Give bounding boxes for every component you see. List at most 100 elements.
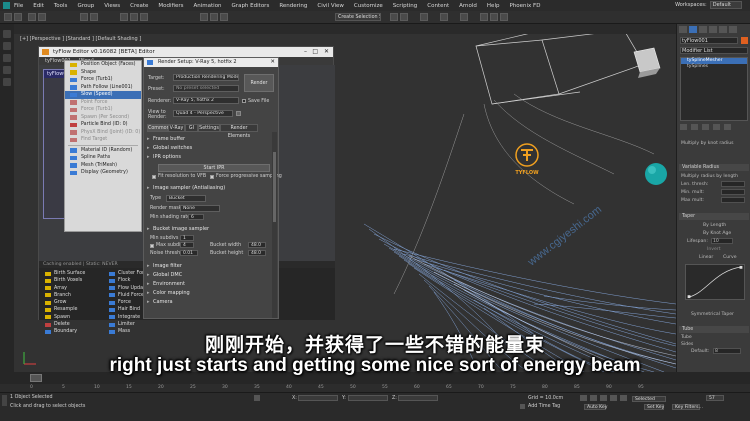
section-global-dmc[interactable]: Global DMC [147, 272, 273, 279]
percent-snap-icon[interactable] [220, 13, 228, 21]
context-menu-item[interactable]: PhysX Bind (Joint) (ID: 0) [65, 129, 141, 137]
target-dropdown[interactable]: Production Rendering Mode [173, 74, 239, 81]
type-dropdown[interactable]: Bucket [166, 195, 206, 202]
snap-icon[interactable] [200, 13, 208, 21]
operator-item[interactable]: Delete [43, 321, 105, 328]
preset-dropdown[interactable]: No preset selected [173, 85, 239, 92]
menu-rendering[interactable]: Rendering [279, 3, 307, 9]
create-tab-icon[interactable] [679, 26, 687, 33]
close-icon[interactable]: ✕ [324, 47, 329, 57]
tab-gi[interactable]: GI [185, 124, 198, 132]
stack-item-ty-splines[interactable]: tySplines [681, 64, 747, 70]
multiply-by-length-label[interactable]: Multiply radius by length [681, 174, 738, 179]
renderer-dropdown[interactable]: V-Ray 5, hotfix 2 [173, 97, 239, 104]
menu-views[interactable]: Views [104, 3, 120, 9]
section-global-switches[interactable]: Global switches [147, 145, 273, 152]
noise-threshold-field[interactable]: 0.01 [180, 250, 198, 256]
angle-snap-icon[interactable] [210, 13, 218, 21]
maximize-icon[interactable]: □ [312, 47, 318, 57]
z-coord-field[interactable] [398, 395, 438, 401]
app-icon[interactable] [3, 2, 10, 9]
render-mask-dropdown[interactable]: None [180, 205, 220, 212]
display-icon[interactable] [3, 66, 11, 74]
add-time-tag[interactable]: Add Time Tag [528, 404, 560, 409]
context-menu-item[interactable]: Point Force [65, 99, 141, 107]
undo-icon[interactable] [4, 13, 12, 21]
utilities-tab-icon[interactable] [729, 26, 737, 33]
go-to-start-icon[interactable] [580, 395, 587, 401]
make-unique-icon[interactable] [702, 124, 709, 130]
menu-tools[interactable]: Tools [54, 3, 68, 9]
unlink-icon[interactable] [38, 13, 46, 21]
render-scroll-thumb[interactable] [273, 152, 276, 222]
render-frame-icon[interactable] [490, 13, 498, 21]
previous-frame-icon[interactable] [590, 395, 597, 401]
current-frame-field[interactable]: 57 [706, 395, 724, 401]
context-menu-item[interactable]: Shape [65, 69, 141, 77]
context-menu-item[interactable]: Position Object (Faces) [65, 61, 141, 69]
layer-icon[interactable] [420, 13, 428, 21]
filter-icon[interactable] [3, 54, 11, 62]
render-button[interactable]: Render [244, 74, 274, 92]
context-menu-item[interactable]: Mesh (TriMesh) [65, 162, 141, 170]
selected-dropdown[interactable]: Selected [632, 396, 666, 402]
multiply-by-knot-label[interactable]: Multiply by knot radius [681, 141, 734, 146]
selection-set-dropdown[interactable]: Create Selection Se [335, 13, 381, 21]
render-scrollbar[interactable] [272, 132, 277, 318]
select-icon[interactable] [80, 13, 88, 21]
section-environment[interactable]: Environment [147, 281, 273, 288]
by-knot-age-radio[interactable]: By Knot Age [703, 231, 731, 236]
menu-edit[interactable]: Edit [33, 3, 44, 9]
start-ipr-button[interactable]: Start IPR [158, 164, 270, 172]
variable-radius-rollout[interactable]: Variable Radius [679, 164, 749, 171]
render-setup-icon[interactable] [480, 13, 488, 21]
menu-animation[interactable]: Animation [194, 3, 222, 9]
context-menu-item[interactable]: Force (Turb1) [65, 106, 141, 114]
section-frame-buffer[interactable]: Frame buffer [147, 136, 273, 143]
configure-sets-icon[interactable] [724, 124, 731, 130]
force-progressive-checkbox[interactable] [210, 175, 214, 179]
menu-civil-view[interactable]: Civil View [317, 3, 343, 9]
play-icon[interactable] [600, 395, 607, 401]
linear-radio[interactable]: Linear [699, 255, 713, 260]
max-subdivs-checkbox[interactable] [150, 244, 154, 248]
operator-item[interactable]: Array [43, 285, 105, 292]
tab-render-elements[interactable]: Render Elements [220, 124, 258, 139]
operator-item[interactable]: Birth Voxels [43, 277, 105, 284]
viewport-label[interactable]: [+] [Perspective ] [Standard ] [Default … [20, 36, 141, 42]
rotate-icon[interactable] [130, 13, 138, 21]
menu-file[interactable]: File [14, 3, 23, 9]
symmetrical-taper-checkbox[interactable]: Symmetrical Taper [691, 312, 734, 317]
context-menu-item[interactable]: Material ID (Random) [65, 147, 141, 155]
align-icon[interactable] [400, 13, 408, 21]
tyflow-titlebar[interactable]: tyFlow Editor v0.16082 [BETA] Editor – □… [39, 47, 333, 57]
operator-item[interactable]: Birth Surface [43, 270, 105, 277]
menu-group[interactable]: Group [77, 3, 94, 9]
save-file-checkbox[interactable] [242, 99, 246, 103]
redo-icon[interactable] [14, 13, 22, 21]
time-tag-icon[interactable] [520, 404, 525, 409]
section-bucket-sampler[interactable]: Bucket image sampler [147, 226, 273, 233]
curve-editor-icon[interactable] [440, 13, 448, 21]
menu-customize[interactable]: Customize [354, 3, 383, 9]
layer-explorer-icon[interactable] [3, 42, 11, 50]
select-region-icon[interactable] [90, 13, 98, 21]
taper-rollout[interactable]: Taper [679, 213, 749, 220]
min-subdivs-field[interactable]: 1 [180, 235, 194, 241]
fit-resolution-checkbox[interactable] [152, 175, 156, 179]
set-key-button[interactable]: Set Key [644, 404, 664, 410]
menu-arnold[interactable]: Arnold [459, 3, 477, 9]
bucket-width-field[interactable]: 48.0 [248, 242, 266, 248]
object-color-swatch[interactable] [741, 37, 748, 44]
workspaces-dropdown[interactable]: Default [709, 1, 742, 9]
section-color-mapping[interactable]: Color mapping [147, 290, 273, 297]
minimize-icon[interactable]: – [304, 47, 307, 57]
auto-key-button[interactable]: Auto Key [584, 404, 607, 410]
scene-explorer-icon[interactable] [3, 30, 11, 38]
view-dropdown[interactable]: Quad 4 - Perspective [173, 110, 233, 117]
timeline-ruler[interactable]: 0 5 10 15 20 25 30 35 40 45 50 55 60 65 70 75 80 85 90 95 [0, 384, 750, 392]
next-frame-icon[interactable] [610, 395, 617, 401]
section-image-filter[interactable]: Image filter [147, 263, 273, 270]
context-menu-item[interactable]: Force (Turb1) [65, 76, 141, 84]
tab-vray[interactable]: V-Ray [168, 124, 185, 132]
